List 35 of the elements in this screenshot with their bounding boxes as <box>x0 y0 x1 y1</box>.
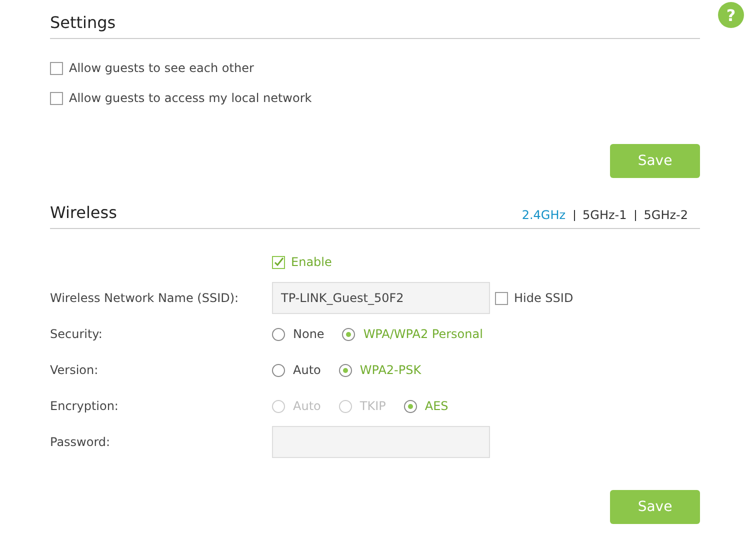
radio-label: TKIP <box>360 399 386 413</box>
radio-button[interactable] <box>338 364 352 376</box>
field-label: Encryption: <box>50 399 120 413</box>
radio-label: AES <box>424 399 448 413</box>
help-button[interactable]: ? <box>718 2 744 28</box>
input-field[interactable] <box>272 426 490 458</box>
section-title: Wireless <box>50 203 117 222</box>
band-tab[interactable]: 2.4GHz <box>522 208 566 222</box>
radio-label: None <box>293 327 324 341</box>
checkbox-label: Enable <box>291 255 332 269</box>
radio-label: Auto <box>293 363 321 377</box>
radio-label: WPA2-PSK <box>360 363 422 377</box>
radio-button[interactable] <box>272 328 285 340</box>
checkbox[interactable] <box>50 62 63 74</box>
checkbox-label: Allow guests to access my local network <box>69 91 312 105</box>
band-tab[interactable]: 5GHz-2 <box>644 208 688 222</box>
input-field[interactable]: TP-LINK_Guest_50F2 <box>272 282 490 314</box>
radio-button[interactable] <box>404 400 417 412</box>
checkbox-label: Hide SSID <box>514 291 574 305</box>
checkbox[interactable] <box>50 92 63 104</box>
band-tab[interactable]: 5GHz-1 <box>582 208 627 222</box>
checkbox-label: Allow guests to see each other <box>69 61 254 75</box>
save-button[interactable]: Save <box>610 144 700 178</box>
save-button[interactable]: Save <box>610 490 700 524</box>
field-label: Password: <box>50 435 112 449</box>
section-title: Settings <box>50 13 116 32</box>
radio-label: Auto <box>293 399 321 413</box>
checkbox[interactable] <box>272 256 285 268</box>
field-label: Version: <box>50 363 100 377</box>
field-label: Security: <box>50 327 104 341</box>
field-label: Wireless Network Name (SSID): <box>50 291 240 305</box>
radio-label: WPA/WPA2 Personal <box>363 327 483 341</box>
checkbox[interactable] <box>495 292 508 304</box>
radio-button[interactable] <box>272 364 285 376</box>
radio-button[interactable] <box>342 328 356 340</box>
